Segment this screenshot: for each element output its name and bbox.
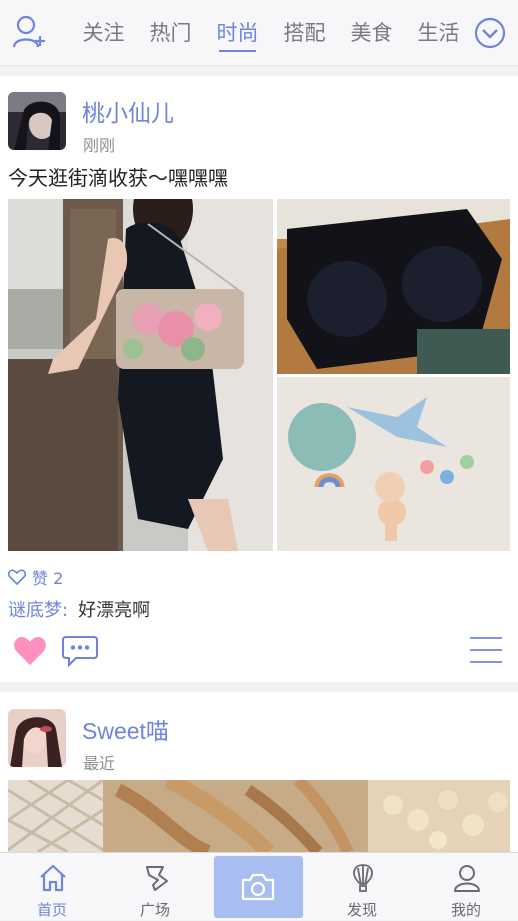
likes-row[interactable]: 赞 2 [8,566,63,588]
chat-bubble-icon[interactable] [62,635,98,667]
post-photo[interactable] [8,780,510,852]
heart-outline-icon [8,569,26,585]
nav-square[interactable]: 广场 [105,853,205,921]
nav-label: 广场 [139,901,170,919]
tab-hot[interactable]: 热门 [137,0,204,66]
nav-home[interactable]: 首页 [2,853,102,921]
top-nav-bar: 关注 热门 时尚 搭配 美食 生活 [0,0,518,66]
bottom-nav-bar: 首页 广场 发现 我的 [0,852,518,920]
post-photo[interactable] [8,199,273,551]
post-card: Sweet喵 最近 [0,692,518,852]
user-icon [454,865,480,892]
author-name[interactable]: Sweet喵 [82,712,169,746]
category-tabs: 关注 热门 时尚 搭配 美食 生活 [70,0,472,66]
post-photo[interactable] [277,199,510,374]
nav-discover[interactable]: 发现 [312,853,412,921]
flag-icon [146,866,168,891]
comment-user[interactable]: 谜底梦: [8,600,68,621]
nav-label: 我的 [450,901,481,919]
comment-text: 好漂亮啊 [78,600,151,621]
post-card: 桃小仙儿 刚刚 今天逛街滴收获～嘿嘿嘿 赞 2 谜底梦: 好漂亮啊 [0,76,518,682]
comment: 谜底梦: 好漂亮啊 [8,596,150,622]
add-user-icon[interactable] [12,14,46,50]
tab-fashion[interactable]: 时尚 [204,0,271,66]
menu-lines-icon[interactable] [470,635,502,665]
post-photo[interactable] [277,377,510,551]
tab-follow[interactable]: 关注 [70,0,137,66]
post-time: 最近 [83,754,116,773]
likes-count: 赞 2 [32,569,64,588]
heart-filled-icon[interactable] [13,636,47,666]
balloon-icon [353,864,373,892]
tab-outfit[interactable]: 搭配 [271,0,338,66]
nav-mine[interactable]: 我的 [416,853,516,921]
home-icon [40,864,66,892]
tab-life[interactable]: 生活 [405,0,472,66]
chevron-down-circle-icon[interactable] [474,17,506,49]
nav-label: 首页 [36,901,67,919]
post-time: 刚刚 [83,136,116,155]
tab-food[interactable]: 美食 [338,0,405,66]
post-text: 今天逛街滴收获～嘿嘿嘿 [8,166,228,190]
avatar[interactable] [8,92,66,150]
avatar[interactable] [8,709,66,767]
camera-icon [241,873,275,901]
nav-label: 发现 [346,901,377,919]
camera-button[interactable] [214,856,303,918]
author-name[interactable]: 桃小仙儿 [82,94,174,128]
